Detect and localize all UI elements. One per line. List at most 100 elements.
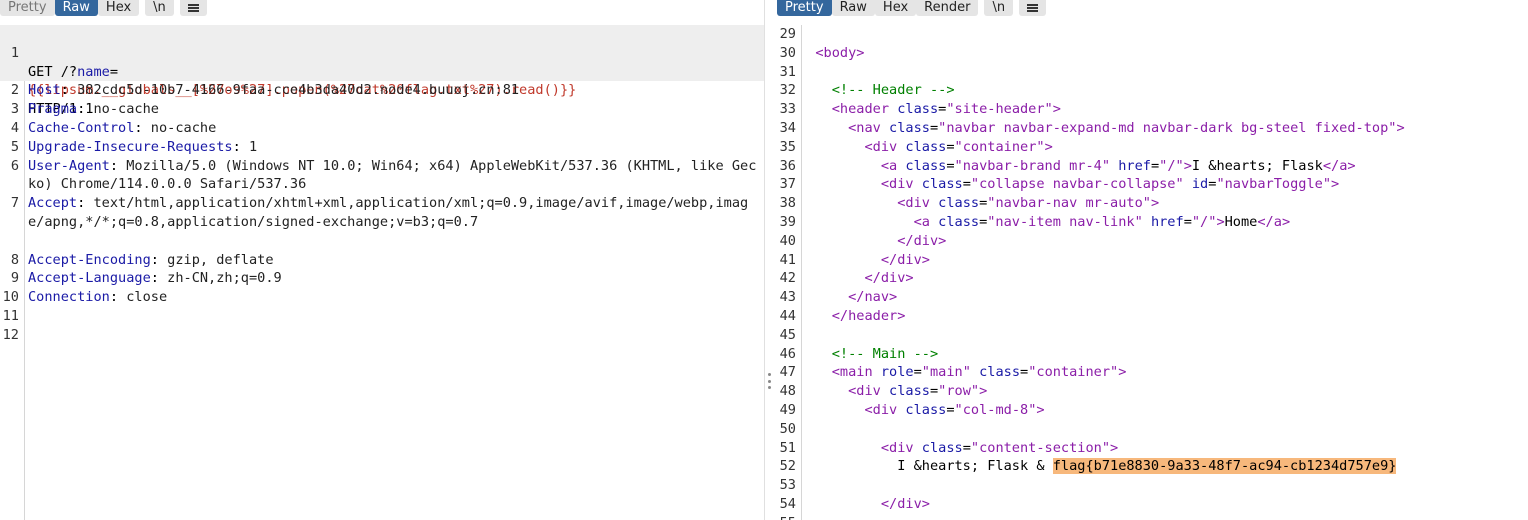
line-number: 48 xyxy=(779,383,796,400)
request-header-line: 7 Accept: text/html,application/xhtml+xml… xyxy=(0,194,764,250)
header-colon: : xyxy=(150,270,168,287)
splitter-handle-icon[interactable] xyxy=(767,373,771,389)
response-newline-toggle[interactable]: \n xyxy=(984,0,1014,16)
header-value: text/html,application/xhtml+xml,applicat… xyxy=(28,195,749,230)
header-value: Mozilla/5.0 (Windows NT 10.0; Win64; x64… xyxy=(28,157,757,193)
line-number: 6 xyxy=(10,157,19,174)
header-text: Cache-Control: no-cache xyxy=(28,119,764,138)
header-colon: : xyxy=(109,157,127,174)
response-code-text: </nav> xyxy=(848,289,898,306)
hamburger-menu-icon xyxy=(1027,4,1039,12)
request-empty-line: 11 xyxy=(0,307,764,326)
request-header-line: 6 User-Agent: Mozilla/5.0 (Windows NT 10.… xyxy=(0,157,764,195)
line-number: 52 xyxy=(779,458,796,475)
line-number: 51 xyxy=(779,439,796,456)
response-code-line: 33 <header class="site-header"> xyxy=(777,100,1528,119)
request-hex-tab[interactable]: Hex xyxy=(97,0,140,16)
request-toolbar: Pretty Raw Hex \n xyxy=(0,0,207,16)
header-value: close xyxy=(126,289,168,306)
response-code-line: 29 xyxy=(777,25,1528,44)
request-header-line: 4 Cache-Control: no-cache xyxy=(0,119,764,138)
response-pane: Pretty Raw Hex Render \n 29 30 <body> 31 32… xyxy=(777,0,1528,520)
line-number: 30 xyxy=(779,44,796,61)
response-render-tab[interactable]: Render xyxy=(916,0,979,16)
hamburger-menu-icon xyxy=(187,4,199,12)
response-code-line: 37 <div class="collapse navbar-collapse"… xyxy=(777,175,1528,194)
request-menu-button[interactable] xyxy=(179,0,207,16)
response-code-text: <a class="navbar-brand mr-4" href="/">I … xyxy=(880,157,1356,174)
line-number: 4 xyxy=(10,119,19,136)
header-text: Accept: text/html,application/xhtml+xml,… xyxy=(28,194,764,232)
response-code-text: <div class="content-section"> xyxy=(880,439,1119,456)
response-view-mode-group: Pretty Raw Hex Render xyxy=(777,0,979,16)
response-code-text: <a class="nav-item nav-link" href="/">Ho… xyxy=(913,213,1291,230)
header-value: 1 xyxy=(248,138,258,155)
response-code-line: 32 <!-- Header --> xyxy=(777,81,1528,100)
request-newline-toggle[interactable]: \n xyxy=(145,0,174,16)
response-code-text: </div> xyxy=(880,251,930,268)
line-number: 53 xyxy=(779,477,796,494)
request-view-mode-group: Pretty Raw Hex xyxy=(0,0,140,16)
line-number: 2 xyxy=(10,82,19,99)
line-number: 29 xyxy=(779,26,796,42)
header-colon: : xyxy=(109,289,127,306)
header-colon: : xyxy=(150,251,168,268)
request-header-line: 9 Accept-Language: zh-CN,zh;q=0.9 xyxy=(0,269,764,288)
response-code-line: 51 <div class="content-section"> xyxy=(777,439,1528,458)
line-number: 49 xyxy=(779,401,796,418)
line-number: 3 xyxy=(10,101,19,118)
header-key: Upgrade-Insecure-Requests xyxy=(28,138,233,155)
line-number: 41 xyxy=(779,251,796,268)
response-code-text: <main role="main" class="container"> xyxy=(831,364,1127,381)
header-value: gzip, deflate xyxy=(167,251,274,268)
request-pretty-tab[interactable]: Pretty xyxy=(0,0,55,16)
header-key: Cache-Control xyxy=(28,119,135,136)
header-key: Accept-Encoding xyxy=(28,251,151,268)
line-number: 5 xyxy=(10,138,19,155)
response-menu-button[interactable] xyxy=(1019,0,1047,16)
pane-splitter[interactable] xyxy=(764,0,778,520)
response-code-line: 47 <main role="main" class="container"> xyxy=(777,363,1528,382)
header-value: no-cache xyxy=(93,101,159,118)
request-header-line: 10 Connection: close xyxy=(0,288,764,307)
header-key: User-Agent xyxy=(28,157,110,174)
header-key: Connection xyxy=(28,289,110,306)
line-number: 37 xyxy=(779,176,796,193)
header-key: Host xyxy=(28,82,61,99)
response-code-text: <div class="col-md-8"> xyxy=(864,401,1045,418)
response-editor[interactable]: 29 30 <body> 31 32 <!-- Header --> 33 <heade… xyxy=(777,25,1528,520)
response-code-line: 36 <a class="navbar-brand mr-4" href="/"… xyxy=(777,157,1528,176)
response-code-line: 34 <nav class="navbar navbar-expand-md n… xyxy=(777,119,1528,138)
response-code-line: 48 <div class="row"> xyxy=(777,382,1528,401)
header-text: Host: 382cdc5d-10b7-4166-9faa-cce4b3da40… xyxy=(28,81,764,100)
line-number: 42 xyxy=(779,270,796,287)
line-number: 11 xyxy=(2,307,19,324)
header-value: zh-CN,zh;q=0.9 xyxy=(167,270,282,287)
response-code-text: <!-- Header --> xyxy=(831,82,955,99)
response-pretty-tab[interactable]: Pretty xyxy=(777,0,832,16)
line-number: 54 xyxy=(779,495,796,512)
line-number: 32 xyxy=(779,82,796,99)
line-number: 9 xyxy=(10,270,19,287)
line-number: 46 xyxy=(779,345,796,362)
response-code-line: 35 <div class="container"> xyxy=(777,138,1528,157)
line-number: 45 xyxy=(779,326,796,343)
request-raw-tab[interactable]: Raw xyxy=(54,0,98,16)
response-code-line: 31 xyxy=(777,63,1528,82)
line-number: 8 xyxy=(10,251,19,268)
response-code-text: <nav class="navbar navbar-expand-md navb… xyxy=(848,119,1405,136)
line-number: 44 xyxy=(779,307,796,324)
header-value: 382cdc5d-10b7-4166-9faa-cce4b3da40d2.nod… xyxy=(77,82,520,99)
response-code-line: 42 </div> xyxy=(777,269,1528,288)
response-code-line: 43 </nav> xyxy=(777,288,1528,307)
response-code-text: </div> xyxy=(864,270,914,287)
response-hex-tab[interactable]: Hex xyxy=(874,0,917,16)
header-colon: : xyxy=(77,101,94,118)
request-editor[interactable]: 1 GET /?name= {{lipsum.__globals__[%27os… xyxy=(0,25,764,520)
response-code-text: <body> xyxy=(815,44,865,61)
response-raw-tab[interactable]: Raw xyxy=(831,0,875,16)
response-code-line: 38 <div class="navbar-nav mr-auto"> xyxy=(777,194,1528,213)
line-number: 35 xyxy=(779,138,796,155)
response-toolbar: Pretty Raw Hex Render \n xyxy=(777,0,1047,16)
request-header-line: 5 Upgrade-Insecure-Requests: 1 xyxy=(0,138,764,157)
